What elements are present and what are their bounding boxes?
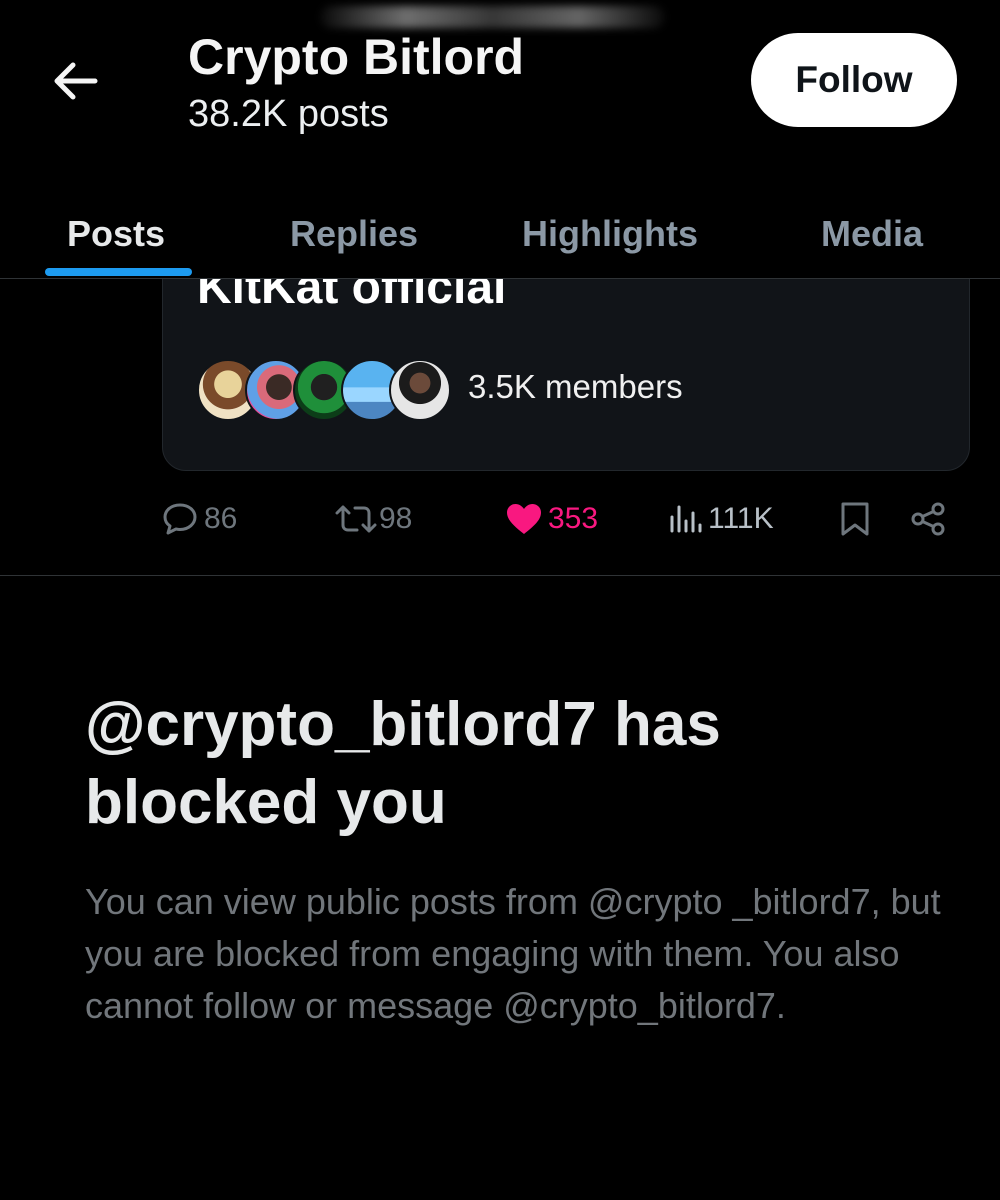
blocked-description: You can view public posts from @crypto _… bbox=[85, 881, 941, 1026]
community-card[interactable]: KitKat official 3.5K members bbox=[162, 279, 970, 471]
profile-header: Crypto Bitlord 38.2K posts Follow bbox=[0, 0, 1000, 190]
follow-button[interactable]: Follow bbox=[751, 33, 957, 127]
community-name: KitKat official bbox=[197, 279, 507, 314]
tab-replies[interactable]: Replies bbox=[290, 190, 418, 278]
post-feed: KitKat official 3.5K members 86 98 353 1… bbox=[0, 279, 1000, 1200]
like-action[interactable]: 353 bbox=[505, 479, 598, 559]
repost-icon bbox=[335, 505, 377, 533]
share-action[interactable] bbox=[910, 479, 946, 559]
arrow-left-icon bbox=[54, 62, 98, 100]
tab-posts[interactable]: Posts bbox=[67, 190, 165, 278]
like-count: 353 bbox=[548, 502, 599, 535]
member-count: 3.5K members bbox=[468, 368, 683, 405]
reply-icon bbox=[163, 503, 197, 535]
profile-tabs: Posts Replies Highlights Media bbox=[0, 190, 1000, 279]
views-action[interactable]: 111K bbox=[668, 479, 774, 559]
active-tab-indicator bbox=[45, 268, 192, 276]
view-count: 111K bbox=[708, 502, 774, 535]
profile-name: Crypto Bitlord bbox=[188, 29, 525, 85]
post-divider bbox=[0, 575, 1000, 576]
bookmark-action[interactable] bbox=[840, 479, 870, 559]
tab-media[interactable]: Media bbox=[821, 190, 923, 278]
views-icon bbox=[670, 505, 702, 533]
heart-icon bbox=[507, 504, 541, 534]
repost-count: 98 bbox=[379, 502, 413, 535]
profile-title-block: Crypto Bitlord 38.2K posts bbox=[188, 28, 524, 138]
share-icon bbox=[911, 502, 945, 536]
reply-count: 86 bbox=[204, 502, 238, 535]
tab-highlights[interactable]: Highlights bbox=[522, 190, 698, 278]
bookmark-icon bbox=[841, 502, 869, 536]
repost-action[interactable]: 98 bbox=[333, 479, 412, 559]
avatar bbox=[389, 359, 451, 421]
post-count: 38.2K posts bbox=[188, 93, 389, 135]
reply-action[interactable]: 86 bbox=[162, 479, 237, 559]
blocked-title: @crypto_bitlord7 has blocked you bbox=[85, 690, 721, 837]
post-actions: 86 98 353 111K bbox=[0, 479, 1000, 559]
back-button[interactable] bbox=[46, 56, 104, 106]
